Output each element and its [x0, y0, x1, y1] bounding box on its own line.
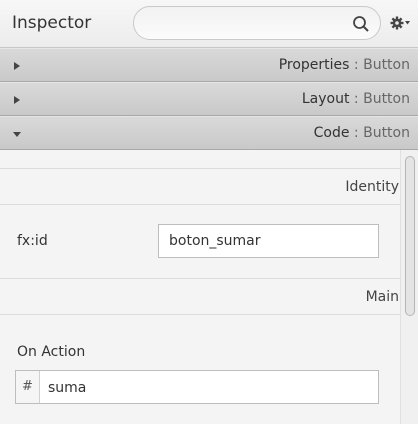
fxid-field[interactable] [158, 224, 379, 258]
search-input[interactable] [148, 13, 348, 33]
divider [0, 278, 400, 279]
search-icon[interactable] [352, 15, 370, 33]
on-action-input[interactable] [48, 378, 368, 398]
fxid-label: fx:id [17, 233, 48, 249]
collapsed-arrow-icon [14, 62, 20, 70]
on-action-field[interactable]: # [15, 370, 379, 404]
gear-icon[interactable] [389, 14, 411, 32]
section-properties[interactable]: Properties : Button [0, 48, 418, 82]
identity-group-header: Identity [345, 179, 399, 195]
divider [0, 204, 400, 205]
collapsed-arrow-icon [14, 96, 20, 104]
on-action-label: On Action [17, 344, 86, 360]
divider [0, 168, 400, 169]
search-field[interactable] [133, 6, 381, 40]
section-label: Properties : Button [278, 57, 410, 73]
section-code[interactable]: Code : Button [0, 116, 418, 150]
section-label: Layout : Button [301, 91, 410, 107]
scrollbar[interactable] [400, 150, 418, 424]
scrollbar-thumb[interactable] [405, 156, 415, 316]
expanded-arrow-icon [13, 132, 21, 137]
main-group-header: Main [365, 289, 399, 305]
section-label: Code : Button [313, 125, 410, 141]
divider [0, 314, 400, 315]
section-layout[interactable]: Layout : Button [0, 82, 418, 116]
hash-prefix: # [16, 371, 40, 403]
inspector-header: Inspector [0, 0, 418, 48]
panel-title: Inspector [12, 13, 92, 33]
